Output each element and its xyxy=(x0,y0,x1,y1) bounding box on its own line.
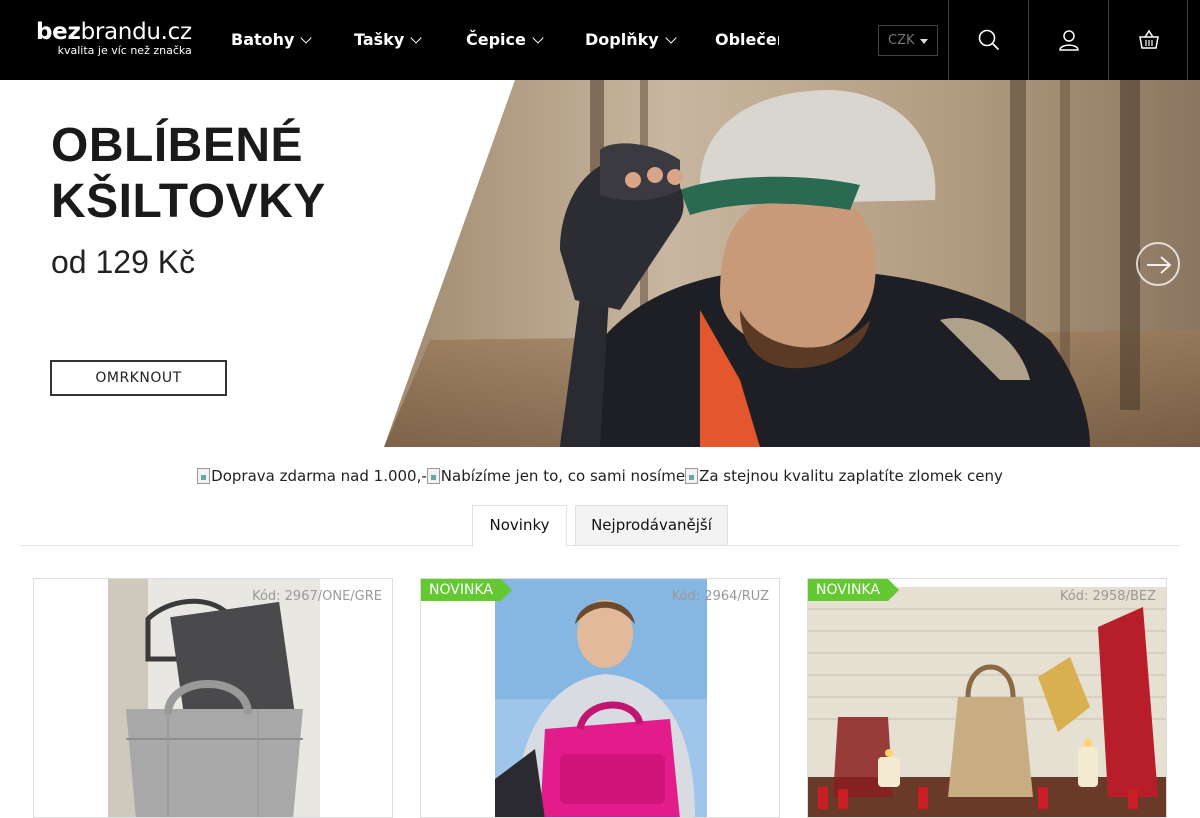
hero-title-line2: KŠILTOVKY xyxy=(51,175,326,228)
product-card[interactable]: NOVINKA Kód: 2964/RUZ xyxy=(420,578,780,818)
benefit-text: Nabízíme jen to, co sami nosíme xyxy=(440,467,686,485)
tab-nejprodavanejsi[interactable]: Nejprodávanější xyxy=(575,505,728,546)
product-image[interactable] xyxy=(808,587,1167,818)
broken-image-icon xyxy=(426,468,440,484)
hero-title: OBLÍBENÉ KŠILTOVKY xyxy=(51,118,326,230)
benefit-text: Doprava zdarma nad 1.000,- xyxy=(211,467,427,485)
benefits-strip: Doprava zdarma nad 1.000,- Nabízíme jen t… xyxy=(0,466,1200,486)
user-icon xyxy=(1059,30,1079,51)
caret-down-icon xyxy=(920,39,928,44)
nav-item-obleceni[interactable]: Oblečení xyxy=(715,29,779,51)
product-image[interactable] xyxy=(495,579,707,818)
nav-label: Tašky xyxy=(354,30,405,49)
nav-item-cepice[interactable]: Čepice xyxy=(466,29,544,51)
currency-value: CZK xyxy=(888,33,915,48)
nav-item-doplnky[interactable]: Doplňky xyxy=(585,29,677,51)
account-button[interactable] xyxy=(1028,0,1108,80)
logo[interactable]: bezbrandu.cz kvalita je víc než značka xyxy=(36,20,192,57)
nav-item-batohy[interactable]: Batohy xyxy=(231,29,313,51)
broken-image-icon xyxy=(685,468,699,484)
search-button[interactable] xyxy=(948,0,1028,80)
benefit-free-shipping: Doprava zdarma nad 1.000,- xyxy=(197,467,427,485)
nav-label: Čepice xyxy=(466,30,526,49)
nav-label: Doplňky xyxy=(585,30,659,49)
new-badge: NOVINKA xyxy=(421,579,512,601)
new-badge: NOVINKA xyxy=(808,579,899,601)
nav-label: Oblečení xyxy=(715,30,779,49)
hero-title-line1: OBLÍBENÉ xyxy=(51,119,304,172)
benefit-price: Za stejnou kvalitu zaplatíte zlomek ceny xyxy=(685,467,1003,485)
benefit-text: Za stejnou kvalitu zaplatíte zlomek ceny xyxy=(699,467,1003,485)
search-icon xyxy=(978,29,999,50)
arrow-right-icon xyxy=(1147,256,1172,274)
logo-bold: bez xyxy=(36,19,81,45)
currency-select[interactable]: CZK xyxy=(878,25,938,56)
hero-subtitle: od 129 Kč xyxy=(51,244,196,280)
product-card[interactable]: NOVINKA Kód: 2958/BEZ xyxy=(807,578,1167,818)
broken-image-icon xyxy=(197,468,211,484)
chevron-down-icon xyxy=(665,32,677,44)
chevron-down-icon xyxy=(410,32,422,44)
tab-novinky[interactable]: Novinky xyxy=(472,505,567,547)
chevron-down-icon xyxy=(532,32,544,44)
product-image[interactable] xyxy=(108,579,320,818)
product-code: Kód: 2967/ONE/GRE xyxy=(252,589,382,604)
product-card[interactable]: Kód: 2967/ONE/GRE xyxy=(33,578,393,818)
logo-tagline: kvalita je víc než značka xyxy=(57,44,192,57)
hero-cta-button[interactable]: OMRKNOUT xyxy=(50,360,227,396)
cart-button[interactable] xyxy=(1108,0,1188,80)
product-tabs: Novinky Nejprodávanější xyxy=(20,505,1180,547)
basket-icon xyxy=(1139,29,1159,49)
hero-banner[interactable]: OBLÍBENÉ KŠILTOVKY od 129 Kč OMRKNOUT xyxy=(0,80,1200,447)
main-nav: Batohy Tašky Čepice Doplňky Oblečení xyxy=(231,0,779,80)
chevron-down-icon xyxy=(300,32,313,44)
benefit-we-wear: Nabízíme jen to, co sami nosíme xyxy=(426,467,686,485)
nav-item-tasky[interactable]: Tašky xyxy=(354,29,422,51)
logo-rest: brandu.cz xyxy=(80,19,193,45)
slider-next-button[interactable] xyxy=(1136,242,1180,286)
site-header: bezbrandu.cz kvalita je víc než značka B… xyxy=(0,0,1200,80)
product-code: Kód: 2958/BEZ xyxy=(1059,589,1156,604)
nav-label: Batohy xyxy=(231,30,295,49)
product-code: Kód: 2964/RUZ xyxy=(671,589,769,604)
